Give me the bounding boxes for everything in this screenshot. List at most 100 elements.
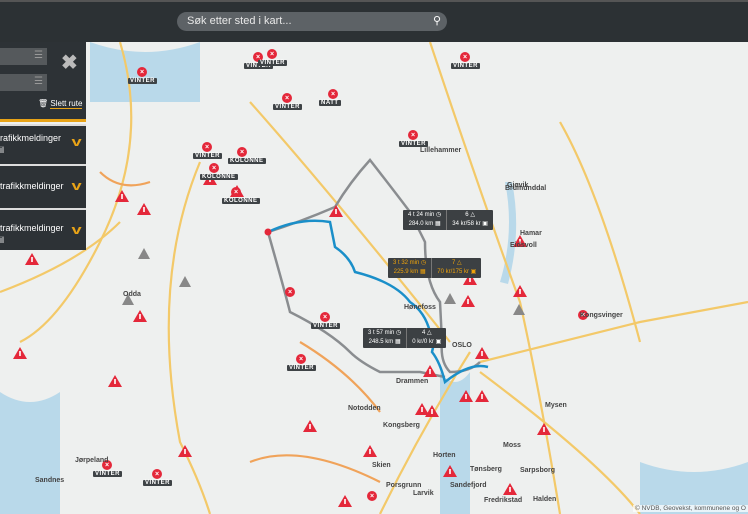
warning-icon-mark [449,469,451,474]
drag-handle-icon[interactable]: ☰ [34,51,43,61]
incident-icon: △ [470,212,475,218]
road [167,161,212,514]
drag-handle-icon[interactable]: ☰ [34,77,43,87]
trash-icon: 🗑 [38,99,49,108]
close-icon[interactable]: ✖ [61,50,78,75]
info-triangle-icon [444,293,456,304]
warning-icon-mark [431,409,433,414]
route-incident-count: 4 [421,330,426,336]
marker-label: VINTER [143,480,173,486]
marker-label: NATT [319,100,341,106]
route-count-toll: 6 △ 34 kr/58 kr ▣ [446,210,493,230]
warning-icon-mark [143,207,145,212]
water [0,392,60,514]
traffic-section-2[interactable]: trafikkmeldinger v [0,164,86,208]
route-distance: 225.9 km [393,269,419,275]
route-panel: ☰ ☰ ✖ 🗑 Slett rute [0,42,86,122]
closed-road-x: × [212,165,216,172]
map-attribution: © NVDB, Geovekst, kommunene og O [632,505,748,512]
warning-icon-mark [139,314,141,319]
marker-label: VINTER [451,63,481,69]
search-placeholder: Søk etter sted i kart... [187,15,292,27]
map-canvas[interactable]: ×× ×××××××××××××××× [0,42,748,514]
road [559,121,642,343]
marker-label: VINTER [311,323,341,329]
marker-label: VINTER [193,153,223,159]
warning-icon-mark [467,299,469,304]
chevron-down-icon[interactable]: v [71,179,81,192]
route-toll: 34 kr/58 kr [452,221,481,227]
closed-road-x: × [140,69,144,76]
warning-icon-mark [309,424,311,429]
search-icon[interactable]: ⚲ [433,12,441,31]
chevron-down-icon[interactable]: v [71,135,81,148]
closed-road-x: × [155,471,159,478]
place-label: Eidsvoll [510,242,537,249]
place-label: Notodden [348,405,381,412]
closed-road-x: × [288,289,292,296]
place-label: OSLO [452,342,472,349]
place-label: Halden [533,496,557,503]
route-toll: 0 kr/0 kr [412,339,434,345]
place-label: Lillehammer [420,147,462,154]
closed-road-x: × [299,356,303,363]
marker-label: VINTER [273,104,303,110]
warning-icon-mark [481,351,483,356]
warning-icon-mark [335,209,337,214]
toll-icon: ▣ [482,221,488,227]
chevron-down-icon[interactable]: v [71,223,81,236]
route-time-distance: 3 t 32 min ◷ 225.9 km ▦ [393,260,427,275]
place-label: Larvik [413,490,434,497]
incident-icon: △ [456,260,462,266]
route-incident-count: 7 [451,260,456,266]
warning-icon-mark [481,394,483,399]
place-label: Sandnes [35,477,65,484]
marker-label: VINTER [287,365,317,371]
route-summary-1[interactable]: 4 t 24 min ◷ 284.0 km ▦ 6 △ 34 kr/58 kr ▣ [403,210,493,230]
place-label: Moss [503,442,521,449]
map[interactable]: × × × × × × × × × × × × × × × × × × Lillehammer Gjøvik Hama… [0,42,748,514]
warning-icon-mark [121,194,123,199]
closed-road-x: × [270,51,274,58]
delete-route-button[interactable]: 🗑 Slett rute [38,99,83,109]
route-summary-3[interactable]: 3 t 57 min ◷ 248.5 km ▦ 4 △ 0 kr/0 kr ▣ [363,328,447,348]
warning-icon-mark [344,499,346,504]
warning-icon-mark [519,289,521,294]
route-toll: 70 kr/175 kr [437,269,469,275]
route-summary-2[interactable]: 3 t 32 min ◷ 225.9 km ▦ 7 △ 70 kr/175 kr ▣ [388,258,482,278]
to-field[interactable]: ☰ [0,74,47,91]
place-label: Kongsvinger [580,312,623,319]
toll-icon: ▣ [470,269,477,275]
place-label: Hønefoss [404,304,436,311]
place-label: Sarpsborg [520,467,556,474]
route-start-point [264,228,272,236]
incident-icon: △ [426,330,432,336]
warning-icon-mark [509,487,511,492]
from-field[interactable]: ☰ [0,48,47,65]
place-label: Mysen [545,402,567,409]
closed-road-x: × [370,493,374,500]
marker-label: KOLONNE [200,174,238,180]
place-label: Drammen [396,378,429,385]
traffic-section-3[interactable]: trafikkmeldinger il v [0,208,86,250]
info-triangle-icon [179,276,191,287]
marker-label: VINTER [399,141,429,147]
marker-label: VINTER [93,471,123,477]
warning-icon-mark [369,449,371,454]
route-time-distance: 4 t 24 min ◷ 284.0 km ▦ [408,212,442,227]
warning-icon-mark [465,394,467,399]
place-label: Fredrikstad [484,497,523,504]
closed-road-x: × [205,144,209,151]
route-time: 3 t 32 min [393,260,420,266]
delete-route-label: Slett rute [50,99,83,109]
route-count-toll: 7 △ 70 kr/175 kr ▣ [431,258,481,278]
closed-road-x: × [411,132,415,139]
place-label: Tønsberg [470,466,502,473]
place-label: Sandefjord [450,482,487,489]
search-input[interactable]: Søk etter sted i kart... ⚲ [177,12,447,31]
route-time: 3 t 57 min [368,330,395,336]
road-major [249,454,381,483]
traffic-section-1[interactable]: rafikkmeldinger il v [0,124,86,164]
place-label: Horten [433,452,456,459]
place-label: Hamar [520,230,542,237]
